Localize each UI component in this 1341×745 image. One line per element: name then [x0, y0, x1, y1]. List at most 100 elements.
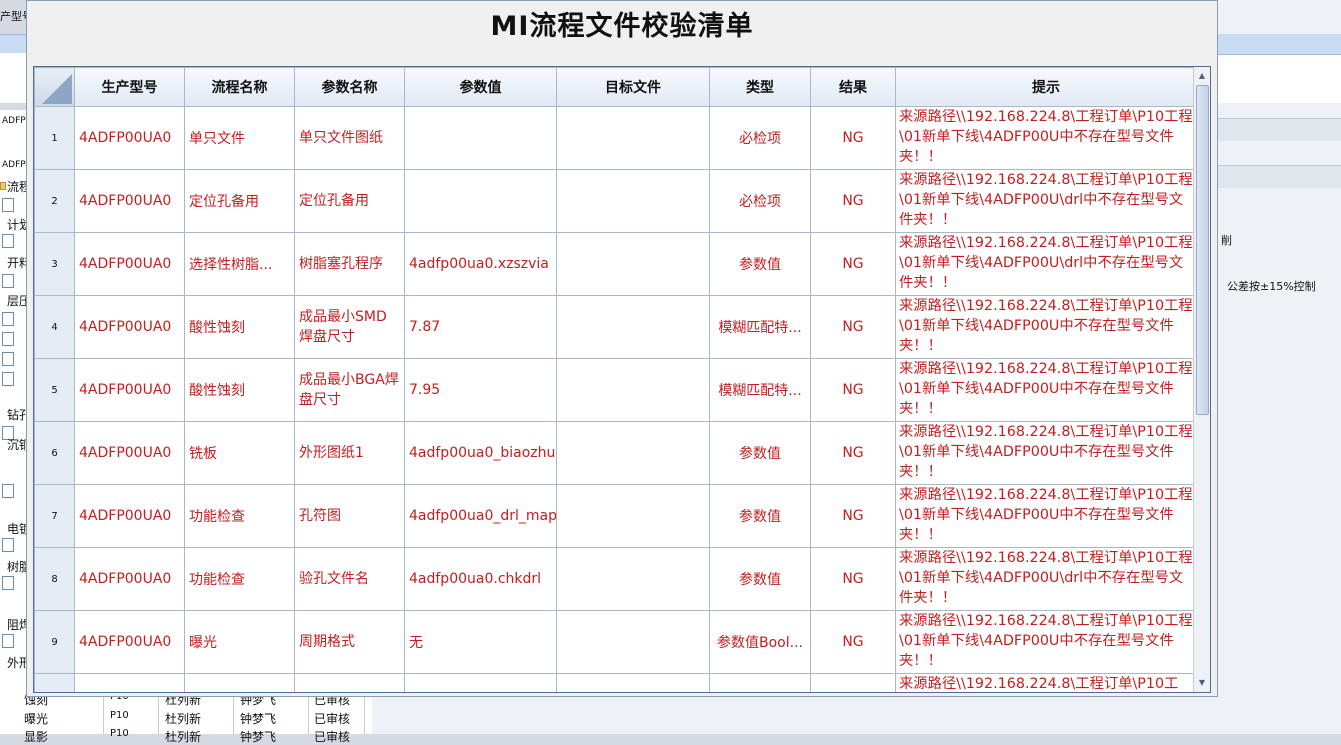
cell-target[interactable]	[556, 484, 710, 548]
table-row[interactable]: 5 4ADFP00UA0 酸性蚀刻 成品最小BGA焊盘尺寸 7.95 模糊匹配特... NG…	[34, 358, 1197, 422]
cell-result[interactable]: NG	[810, 169, 896, 233]
cell-target[interactable]	[556, 232, 710, 296]
cell-param[interactable]: 成品最小BGA焊盘尺寸	[294, 358, 405, 422]
cell-hint[interactable]: 来源路径\\192.168.224.8\工程订单\P10工程\01新单下线\4A…	[895, 106, 1197, 170]
column-header-model[interactable]: 生产型号	[74, 67, 185, 107]
cell-flow[interactable]: 酸性蚀刻	[184, 358, 295, 422]
table-row[interactable]: 8 4ADFP00UA0 功能检查 验孔文件名 4adfp00ua0.chkdrl 参数值…	[34, 547, 1197, 611]
row-number[interactable]: 1	[34, 106, 75, 170]
cell-type[interactable]: 必检项	[709, 106, 811, 170]
cell-type[interactable]: 模糊匹配特...	[709, 358, 811, 422]
table-row[interactable]: 3 4ADFP00UA0 选择性树脂... 树脂塞孔程序 4adfp00ua0.xzsz…	[34, 232, 1197, 296]
row-number[interactable]: 8	[34, 547, 75, 611]
cell-result[interactable]: NG	[810, 295, 896, 359]
row-number[interactable]: 6	[34, 421, 75, 485]
table-row[interactable]: 4 4ADFP00UA0 酸性蚀刻 成品最小SMD焊盘尺寸 7.87 模糊匹配特... NG…	[34, 295, 1197, 359]
table-row[interactable]: 6 4ADFP00UA0 铣板 外形图纸1 4adfp00ua0_biaozhu 参数值 N…	[34, 421, 1197, 485]
cell-result[interactable]: NG	[810, 106, 896, 170]
cell-value[interactable]	[404, 106, 557, 170]
cell-flow[interactable]: 选择性树脂...	[184, 232, 295, 296]
cell-target[interactable]	[556, 358, 710, 422]
list-item[interactable]: 显影 P10 杜列新 钟梦飞 已审核	[0, 726, 372, 744]
row-number[interactable]: 4	[34, 295, 75, 359]
cell-flow[interactable]: 铣板	[184, 421, 295, 485]
cell-hint[interactable]: 来源路径\\192.168.224.8\工程订单\P10工程\01新单下线\4A…	[895, 358, 1197, 422]
cell-model[interactable]: 4ADFP00UA0	[74, 232, 185, 296]
column-header-result[interactable]: 结果	[810, 67, 896, 107]
cell-hint[interactable]: 来源路径\\192.168.224.8\工程订单\P10工程\01新单下线\4A…	[895, 169, 1197, 233]
cell-model[interactable]: 4ADFP00UA0	[74, 547, 185, 611]
table-row[interactable]: 9 4ADFP00UA0 曝光 周期格式无 参数值Bool... NG 来源路径\\192.…	[34, 610, 1197, 674]
cell-flow[interactable]: 功能检查	[184, 547, 295, 611]
cell-result[interactable]: NG	[810, 610, 896, 674]
column-header-value[interactable]: 参数值	[404, 67, 557, 107]
cell-target[interactable]	[556, 673, 710, 692]
row-number[interactable]	[34, 673, 75, 692]
cell-type[interactable]	[709, 673, 811, 692]
table-row[interactable]: 来源路径\\192.168.224.8\工程订单\P10工	[34, 673, 1197, 692]
cell-hint[interactable]: 来源路径\\192.168.224.8\工程订单\P10工程\01新单下线\4A…	[895, 295, 1197, 359]
cell-param[interactable]: 单只文件图纸	[294, 106, 405, 170]
column-header-target[interactable]: 目标文件	[556, 67, 710, 107]
cell-param[interactable]: 成品最小SMD焊盘尺寸	[294, 295, 405, 359]
cell-target[interactable]	[556, 106, 710, 170]
table-row[interactable]: 7 4ADFP00UA0 功能检查 孔符图 4adfp00ua0_drl_map 参数值 N…	[34, 484, 1197, 548]
column-header-type[interactable]: 类型	[709, 67, 811, 107]
cell-target[interactable]	[556, 547, 710, 611]
cell-hint[interactable]: 来源路径\\192.168.224.8\工程订单\P10工程\01新单下线\4A…	[895, 547, 1197, 611]
cell-param[interactable]: 周期格式	[294, 610, 405, 674]
cell-type[interactable]: 参数值	[709, 484, 811, 548]
cell-flow[interactable]: 功能检查	[184, 484, 295, 548]
cell-type[interactable]: 参数值	[709, 232, 811, 296]
cell-result[interactable]: NG	[810, 358, 896, 422]
cell-model[interactable]	[74, 673, 185, 692]
row-number[interactable]: 7	[34, 484, 75, 548]
cell-hint[interactable]: 来源路径\\192.168.224.8\工程订单\P10工程\01新单下线\4A…	[895, 484, 1197, 548]
cell-target[interactable]	[556, 295, 710, 359]
cell-param[interactable]: 外形图纸1	[294, 421, 405, 485]
cell-result[interactable]: NG	[810, 547, 896, 611]
cell-value[interactable]: 无	[404, 610, 557, 674]
row-number[interactable]: 5	[34, 358, 75, 422]
cell-flow[interactable]: 单只文件	[184, 106, 295, 170]
row-number[interactable]: 2	[34, 169, 75, 233]
cell-value[interactable]	[404, 673, 557, 692]
cell-target[interactable]	[556, 421, 710, 485]
cell-target[interactable]	[556, 610, 710, 674]
cell-model[interactable]: 4ADFP00UA0	[74, 484, 185, 548]
table-row[interactable]: 2 4ADFP00UA0 定位孔备用 定位孔备用 必检项 NG 来源路径\\192.168.…	[34, 169, 1197, 233]
cell-param[interactable]	[294, 673, 405, 692]
cell-value[interactable]: 4adfp00ua0_drl_map	[404, 484, 557, 548]
cell-type[interactable]: 必检项	[709, 169, 811, 233]
cell-model[interactable]: 4ADFP00UA0	[74, 610, 185, 674]
cell-model[interactable]: 4ADFP00UA0	[74, 169, 185, 233]
cell-hint[interactable]: 来源路径\\192.168.224.8\工程订单\P10工程\01新单下线\4A…	[895, 421, 1197, 485]
cell-flow[interactable]	[184, 673, 295, 692]
cell-hint[interactable]: 来源路径\\192.168.224.8\工程订单\P10工	[895, 673, 1197, 692]
column-header-flow[interactable]: 流程名称	[184, 67, 295, 107]
scrollbar-thumb[interactable]	[1196, 85, 1209, 415]
row-number[interactable]: 9	[34, 610, 75, 674]
table-row[interactable]: 1 4ADFP00UA0 单只文件 单只文件图纸 必检项 NG 来源路径\\192.168.…	[34, 106, 1197, 170]
cell-value[interactable]: 4adfp00ua0.xzszvia	[404, 232, 557, 296]
cell-type[interactable]: 模糊匹配特...	[709, 295, 811, 359]
cell-flow[interactable]: 酸性蚀刻	[184, 295, 295, 359]
vertical-scrollbar[interactable]: ▲ ▼	[1193, 67, 1210, 692]
cell-value[interactable]: 4adfp00ua0.chkdrl	[404, 547, 557, 611]
cell-param[interactable]: 树脂塞孔程序	[294, 232, 405, 296]
cell-model[interactable]: 4ADFP00UA0	[74, 358, 185, 422]
cell-hint[interactable]: 来源路径\\192.168.224.8\工程订单\P10工程\01新单下线\4A…	[895, 232, 1197, 296]
cell-flow[interactable]: 定位孔备用	[184, 169, 295, 233]
cell-value[interactable]: 7.87	[404, 295, 557, 359]
cell-value[interactable]	[404, 169, 557, 233]
cell-param[interactable]: 定位孔备用	[294, 169, 405, 233]
cell-result[interactable]: NG	[810, 484, 896, 548]
cell-hint[interactable]: 来源路径\\192.168.224.8\工程订单\P10工程\01新单下线\4A…	[895, 610, 1197, 674]
cell-target[interactable]	[556, 169, 710, 233]
cell-model[interactable]: 4ADFP00UA0	[74, 106, 185, 170]
cell-flow[interactable]: 曝光	[184, 610, 295, 674]
cell-type[interactable]: 参数值Bool...	[709, 610, 811, 674]
row-number[interactable]: 3	[34, 232, 75, 296]
scroll-up-icon[interactable]: ▲	[1194, 68, 1210, 84]
cell-model[interactable]: 4ADFP00UA0	[74, 421, 185, 485]
